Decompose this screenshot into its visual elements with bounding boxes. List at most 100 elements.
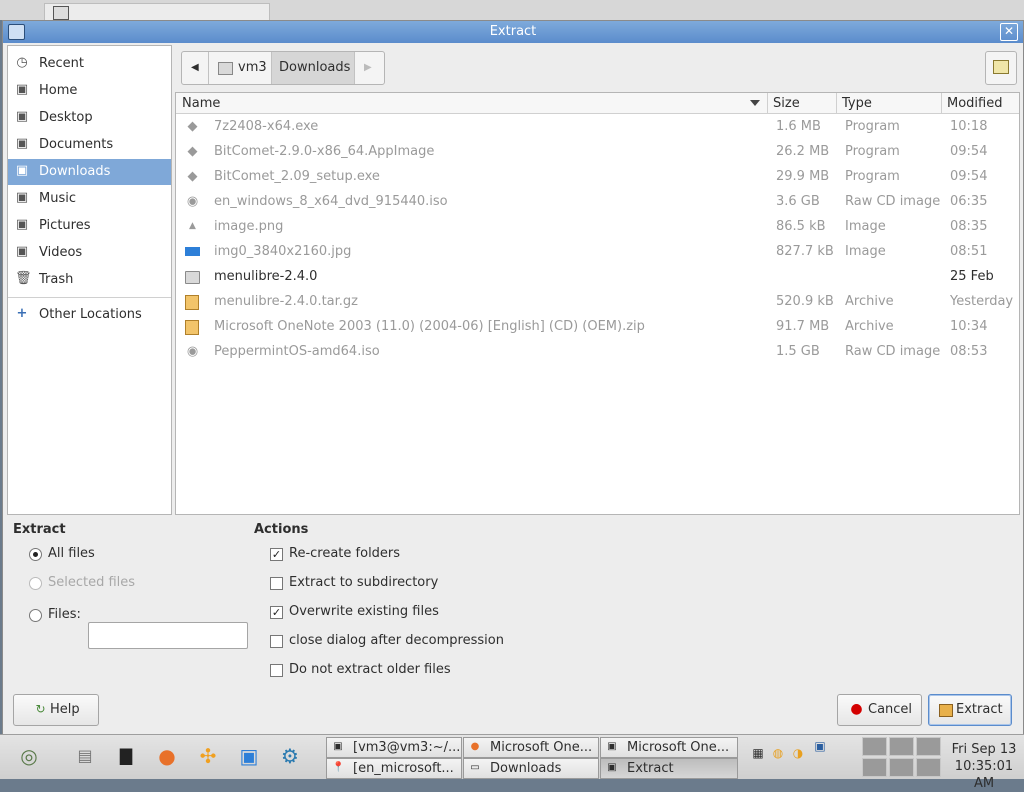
path-forward-button[interactable]: ▶ [355,52,383,84]
close-button[interactable]: ✕ [1000,23,1018,41]
file-row[interactable]: ◆ 7z2408-x64.exe 1.6 MB Program 10:18 [176,114,1019,139]
sidebar-item-music[interactable]: ▣ Music [8,186,171,212]
files-pattern-input[interactable] [88,622,248,649]
close-icon: ✕ [1003,24,1015,38]
file-manager-launcher-icon[interactable]: ▤ [70,741,100,771]
help-button[interactable]: ↻ Help [13,694,99,726]
sidebar-item-pictures[interactable]: ▣ Pictures [8,213,171,239]
pictures-folder-icon: ▣ [15,217,29,232]
sidebar-item-label: Desktop [39,110,93,125]
all-files-radio[interactable]: All files [29,545,109,565]
file-name: image.png [214,219,284,234]
file-row[interactable]: ◆ BitComet_2.09_setup.exe 29.9 MB Progra… [176,164,1019,189]
path-segment-downloads[interactable]: Downloads [272,52,355,84]
sidebar-item-home[interactable]: ▣ Home [8,78,171,104]
taskbar-task-extract[interactable]: ▣ Extract [600,758,738,779]
file-row[interactable]: ◉ PeppermintOS-amd64.iso 1.5 GB Raw CD i… [176,339,1019,364]
clock-time: 10:35:01 AM [954,759,1014,791]
clock[interactable]: Fri Sep 13 10:35:01 AM [944,741,1024,792]
workspace-6[interactable] [916,758,941,777]
sort-descending-icon [750,100,760,106]
close-after-decompression-checkbox[interactable]: close dialog after decompression [270,632,504,652]
sidebar-item-desktop[interactable]: ▣ Desktop [8,105,171,131]
files-radio[interactable]: Files: [29,606,89,626]
file-row[interactable]: menulibre-2.4.0.tar.gz 520.9 kB Archive … [176,289,1019,314]
taskbar-task-downloads[interactable]: ▭ Downloads [463,758,599,779]
updates-tray-icon[interactable]: ◍ [770,745,786,761]
title-bar[interactable]: Extract ✕ [3,21,1023,43]
clipboard-tray-icon[interactable]: ▦ [750,745,766,761]
sidebar-item-trash[interactable]: 🗑 Trash [8,267,171,293]
workspace-3[interactable] [916,737,941,756]
archive-manager-icon: ▣ [607,762,617,773]
file-row[interactable]: ◆ BitComet-2.9.0-x86_64.AppImage 26.2 MB… [176,139,1019,164]
taskbar: ◎ ▤ ▇ ● ✣ ▣ ⚙ ▣ [vm3@vm3:~/... ● Microso… [0,734,1024,791]
archive-icon [185,295,199,310]
checkbox-indicator [270,635,283,648]
terminal-icon: ▣ [333,741,343,752]
file-size: 26.2 MB [776,144,830,159]
plus-icon: + [16,306,28,321]
file-modified: 10:34 [950,319,988,334]
taskbar-task-terminal[interactable]: ▣ [vm3@vm3:~/... [326,737,462,758]
archive-icon [939,704,953,717]
file-row[interactable]: ◉ en_windows_8_x64_dvd_915440.iso 3.6 GB… [176,189,1019,214]
file-row[interactable]: Microsoft OneNote 2003 (11.0) (2004-06) … [176,314,1019,339]
file-row[interactable]: ▲ image.png 86.5 kB Image 08:35 [176,214,1019,239]
folder-icon [185,271,200,284]
cancel-button[interactable]: ● Cancel [837,694,922,726]
checkbox-indicator: ✓ [270,548,283,561]
firefox-launcher-icon[interactable]: ● [152,741,182,771]
terminal-launcher-icon[interactable]: ▇ [111,741,141,771]
sidebar-item-downloads[interactable]: ▣ Downloads [8,159,171,185]
checkbox-label: Overwrite existing files [289,604,439,619]
file-list[interactable]: Name Size Type Modified ◆ 7z2408-x64.exe… [175,92,1020,515]
sidebar-item-documents[interactable]: ▣ Documents [8,132,171,158]
column-modified[interactable]: Modified [947,96,1002,111]
file-name: 7z2408-x64.exe [214,119,319,134]
power-tray-icon[interactable]: ◑ [790,745,806,761]
recreate-folders-checkbox[interactable]: ✓ Re-create folders [270,545,410,565]
archive-manager-icon: ▣ [607,741,617,752]
column-type[interactable]: Type [842,96,872,111]
file-type: Program [845,144,900,159]
sidebar-item-videos[interactable]: ▣ Videos [8,240,171,266]
network-tray-icon[interactable]: ▣ [812,738,828,754]
extract-to-subdirectory-checkbox[interactable]: Extract to subdirectory [270,574,440,594]
radio-indicator [29,548,42,561]
executable-icon: ◆ [187,144,198,159]
taskbar-task-archive-manager[interactable]: ▣ Microsoft One... [600,737,738,758]
path-segment-vm3[interactable]: vm3 [209,52,272,84]
selected-files-radio: Selected files [29,574,139,594]
button-label: Cancel [868,702,913,717]
file-type: Image [845,219,886,234]
file-type: Program [845,169,900,184]
ice-launcher-icon[interactable]: ✣ [193,741,223,771]
folder-row[interactable]: menulibre-2.4.0 25 Feb [176,264,1019,289]
file-row[interactable]: img0_3840x2160.jpg 827.7 kB Image 08:51 [176,239,1019,264]
background-window-tab[interactable] [44,3,270,20]
column-name[interactable]: Name [182,96,220,111]
peppermint-menu-icon[interactable]: ◎ [14,741,44,771]
path-back-button[interactable]: ◀ [182,52,209,84]
overwrite-existing-checkbox[interactable]: ✓ Overwrite existing files [270,603,440,623]
sidebar-item-recent[interactable]: ◷ Recent [8,51,171,77]
path-segment-label: vm3 [238,60,267,75]
extract-button[interactable]: Extract [928,694,1012,726]
workspace-4[interactable] [862,758,887,777]
file-modified: 25 Feb [950,269,994,284]
workspace-5[interactable] [889,758,914,777]
workspace-1[interactable] [862,737,887,756]
vm-launcher-icon[interactable]: ▣ [234,741,264,771]
create-folder-button[interactable] [985,51,1017,85]
sidebar-item-other-locations[interactable]: + Other Locations [8,302,171,328]
button-label: Extract [956,702,1003,717]
column-size[interactable]: Size [773,96,800,111]
taskbar-task-firefox[interactable]: ● Microsoft One... [463,737,599,758]
checkbox-label: Re-create folders [289,546,401,561]
settings-launcher-icon[interactable]: ⚙ [275,741,305,771]
checkbox-label: close dialog after decompression [289,633,504,648]
do-not-extract-older-checkbox[interactable]: Do not extract older files [270,661,451,681]
taskbar-task-en-microsoft[interactable]: 📍 [en_microsoft... [326,758,462,779]
workspace-2[interactable] [889,737,914,756]
